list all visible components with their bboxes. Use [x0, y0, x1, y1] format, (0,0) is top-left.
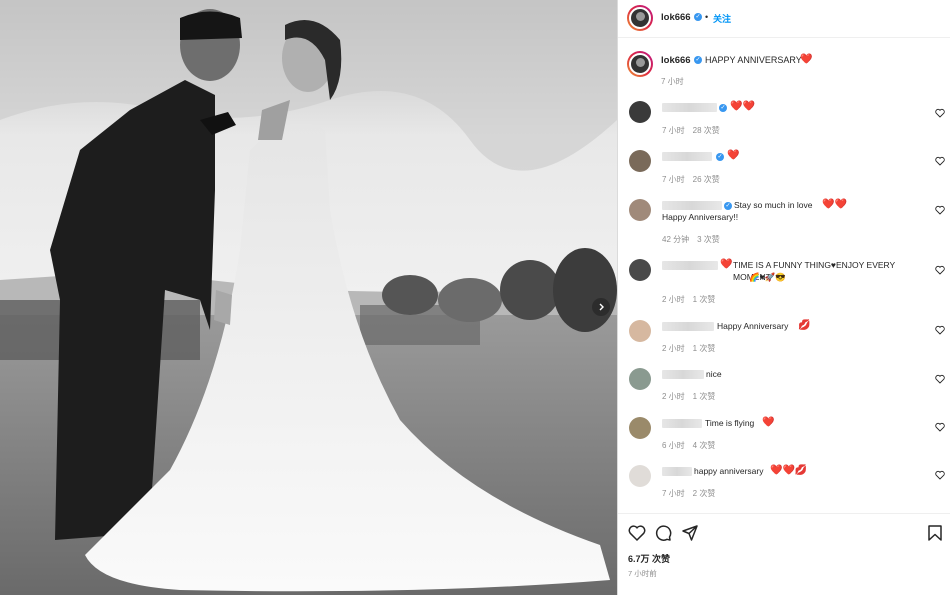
heart-icon[interactable]: [628, 524, 646, 542]
caption-text: HAPPY ANNIVERSARY: [705, 55, 802, 65]
verified-badge-icon: ✓: [724, 202, 732, 210]
verified-badge-icon: ✓: [716, 153, 724, 161]
author-username[interactable]: lok666: [661, 12, 691, 23]
blurred-username[interactable]: [662, 152, 712, 161]
comment-likes[interactable]: 2 次赞: [693, 489, 716, 498]
comment-likes[interactable]: 28 次赞: [693, 126, 720, 135]
comment-avatar[interactable]: [629, 417, 651, 439]
comment-avatar[interactable]: [629, 320, 651, 342]
comment-time[interactable]: 2 小时: [662, 295, 685, 304]
comment-likes[interactable]: 3 次赞: [697, 235, 720, 244]
like-comment-heart-icon[interactable]: [935, 325, 945, 335]
comment-avatar[interactable]: [629, 368, 651, 390]
comment-time[interactable]: 42 分钟: [662, 235, 689, 244]
comment-avatar[interactable]: [629, 101, 651, 123]
instagram-post-window: lok666 ✓ • 关注 lok666 ✓ HAPPY ANNIVERSARY…: [0, 0, 950, 595]
comment-avatar[interactable]: [629, 199, 651, 221]
blurred-username[interactable]: [662, 370, 704, 379]
comment-time[interactable]: 7 小时: [662, 175, 685, 184]
comment-meta: 2 小时 1 次赞: [662, 294, 723, 305]
wedding-photo-image: [0, 0, 617, 595]
comment-time[interactable]: 7 小时: [662, 489, 685, 498]
caption-time[interactable]: 7 小时: [661, 76, 684, 87]
comment-emoji-continued: 🌈♥🚀😎: [749, 272, 786, 282]
post-photo[interactable]: [0, 0, 617, 595]
comment-meta: 7 小时 2 次赞: [662, 488, 723, 499]
comment-emoji: ❤️: [727, 150, 740, 161]
blurred-username[interactable]: [662, 201, 722, 210]
paper-plane-icon[interactable]: [681, 524, 699, 542]
bookmark-icon[interactable]: [926, 524, 944, 542]
comment-time[interactable]: 2 小时: [662, 344, 685, 353]
like-comment-heart-icon[interactable]: [935, 374, 945, 384]
comment-time[interactable]: 6 小时: [662, 441, 685, 450]
caption-emoji: ❤️: [800, 54, 813, 65]
chevron-right-icon: [599, 303, 604, 311]
caption-username[interactable]: lok666: [661, 55, 691, 66]
comment-text: Time is flying: [705, 418, 755, 428]
comment-text-continued: Happy Anniversary!!: [662, 212, 739, 222]
like-comment-heart-icon[interactable]: [935, 265, 945, 275]
comment-text: happy anniversary: [694, 466, 764, 476]
post-actions-bar: 6.7万 次赞 7 小时前: [618, 513, 950, 595]
like-comment-heart-icon[interactable]: [935, 108, 945, 118]
comment-avatar[interactable]: [629, 465, 651, 487]
like-comment-heart-icon[interactable]: [935, 156, 945, 166]
comment-emoji: 💋: [798, 320, 811, 331]
comment-likes[interactable]: 26 次赞: [693, 175, 720, 184]
comment-avatar[interactable]: [629, 259, 651, 281]
next-photo-button[interactable]: [592, 298, 610, 316]
comment-time[interactable]: 2 小时: [662, 392, 685, 401]
caption-avatar[interactable]: [627, 51, 653, 77]
like-comment-heart-icon[interactable]: [935, 205, 945, 215]
blurred-username[interactable]: [662, 103, 717, 112]
comment-meta: 2 小时 1 次赞: [662, 343, 723, 354]
comment-emoji: ❤️❤️: [822, 199, 847, 210]
post-like-count[interactable]: 6.7万 次赞: [628, 552, 670, 565]
post-header: lok666 ✓ • 关注: [618, 0, 950, 38]
like-comment-heart-icon[interactable]: [935, 422, 945, 432]
comment-text: Stay so much in love: [734, 200, 813, 210]
comment-meta: 6 小时 4 次赞: [662, 440, 723, 451]
comment-icon[interactable]: [654, 524, 672, 542]
blurred-username[interactable]: [662, 322, 714, 331]
comment-meta: 7 小时 26 次赞: [662, 174, 728, 185]
post-timestamp[interactable]: 7 小时前: [628, 568, 657, 579]
author-avatar[interactable]: [627, 5, 653, 31]
blurred-username[interactable]: [662, 419, 702, 428]
blurred-username[interactable]: [662, 467, 692, 476]
comment-text: Happy Anniversary: [717, 321, 789, 331]
comment-likes[interactable]: 1 次赞: [693, 295, 716, 304]
verified-badge-icon: ✓: [694, 13, 702, 21]
comment-emoji: ❤️❤️: [730, 101, 755, 112]
comment-likes[interactable]: 1 次赞: [693, 392, 716, 401]
comment-meta: 2 小时 1 次赞: [662, 391, 723, 402]
comment-time[interactable]: 7 小时: [662, 126, 685, 135]
comment-meta: 7 小时 28 次赞: [662, 125, 728, 136]
separator-dot: •: [705, 12, 709, 22]
comment-text: nice: [706, 369, 722, 379]
comment-likes[interactable]: 1 次赞: [693, 344, 716, 353]
post-sidebar: lok666 ✓ • 关注 lok666 ✓ HAPPY ANNIVERSARY…: [617, 0, 950, 595]
follow-button[interactable]: 关注: [713, 12, 731, 25]
comment-emoji: ❤️❤️💋: [770, 465, 808, 476]
comment-avatar[interactable]: [629, 150, 651, 172]
comment-meta: 42 分钟 3 次赞: [662, 234, 728, 245]
like-comment-heart-icon[interactable]: [935, 470, 945, 480]
verified-badge-icon: ✓: [694, 56, 702, 64]
comment-emoji: ❤️: [762, 417, 775, 428]
comment-likes[interactable]: 4 次赞: [693, 441, 716, 450]
verified-badge-icon: ✓: [719, 104, 727, 112]
